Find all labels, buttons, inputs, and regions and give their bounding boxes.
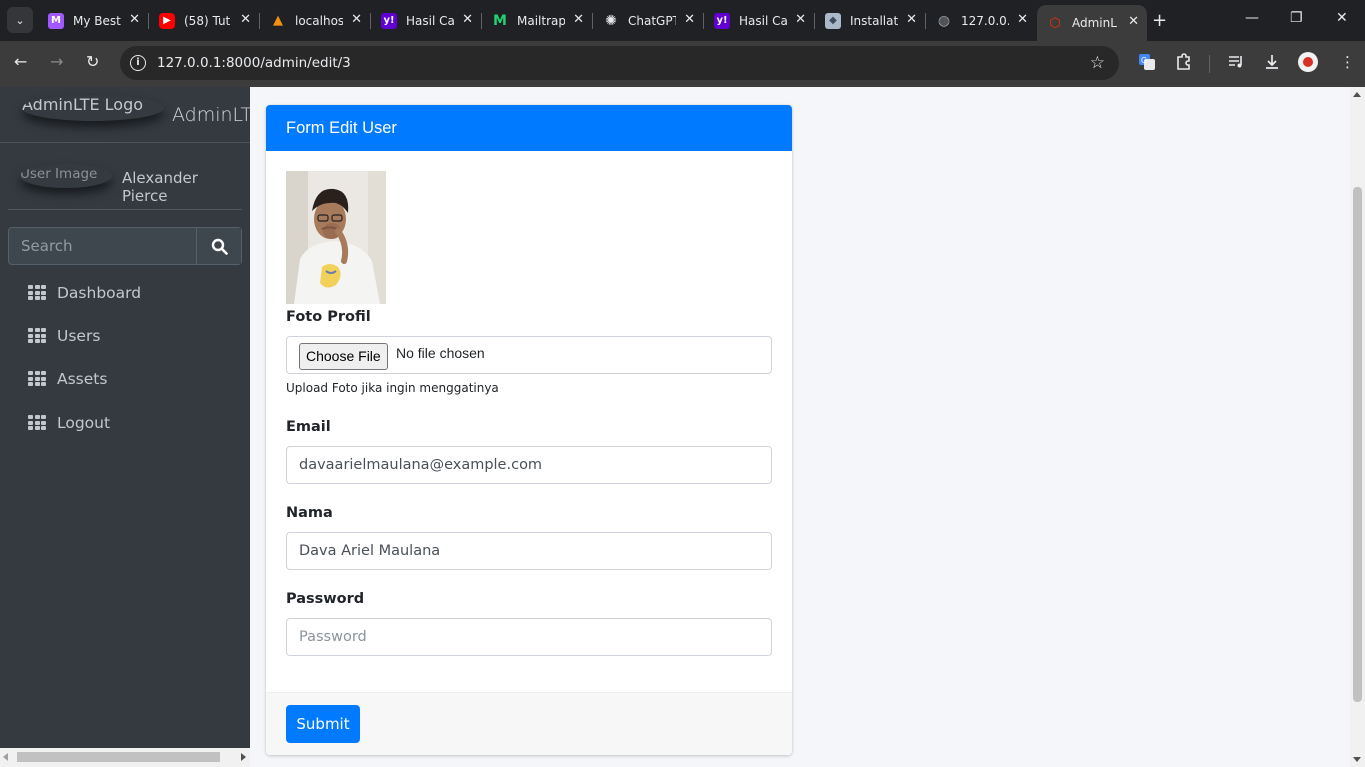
grid-icon — [28, 371, 46, 387]
browser-tab[interactable]: ◆ Installat ✕ — [815, 6, 925, 35]
media-control-icon[interactable] — [1227, 53, 1245, 75]
browser-tab[interactable]: y! Hasil Ca ✕ — [371, 6, 481, 35]
main-sidebar: AdminLTE Logo AdminLTE 3 User Image Alex… — [0, 87, 250, 767]
close-tab-icon[interactable]: ✕ — [462, 12, 473, 27]
close-tab-icon[interactable]: ✕ — [684, 12, 695, 27]
install-icon: ◆ — [825, 12, 841, 29]
choose-file-button[interactable]: Choose File — [299, 343, 388, 370]
sidebar-search-input[interactable]: Search — [9, 228, 197, 264]
close-tab-icon[interactable]: ✕ — [1017, 12, 1028, 27]
reload-icon[interactable]: ↻ — [86, 52, 99, 71]
user-avatar-broken-image: User Image — [20, 164, 112, 188]
sidebar-item-label: Users — [57, 327, 101, 345]
grid-icon — [28, 328, 46, 344]
close-tab-icon[interactable]: ✕ — [351, 12, 362, 27]
scroll-up-icon[interactable] — [1353, 92, 1361, 97]
sidebar-item-assets[interactable]: Assets — [8, 359, 242, 399]
browser-tab-active[interactable]: ⬡ AdminL ✕ — [1037, 5, 1147, 41]
close-tab-icon[interactable]: ✕ — [573, 12, 584, 27]
scroll-right-icon[interactable] — [241, 753, 246, 761]
chatgpt-icon: ✺ — [605, 12, 617, 29]
bookmark-star-icon[interactable]: ☆ — [1090, 53, 1105, 73]
password-label: Password — [286, 591, 365, 607]
yahoo-icon: y! — [714, 12, 730, 29]
mailtrap-icon: M — [493, 12, 507, 29]
page-vertical-scrollbar[interactable] — [1350, 87, 1365, 767]
minimize-icon[interactable]: — — [1245, 10, 1259, 26]
tab-search-icon[interactable]: ⌄ — [7, 7, 33, 33]
sidebar-horizontal-scrollbar[interactable] — [0, 748, 250, 767]
globe-icon: ◍ — [937, 12, 951, 29]
user-name-link[interactable]: Alexander Pierce — [122, 169, 242, 205]
profile-avatar-icon[interactable] — [1298, 52, 1318, 72]
restore-icon[interactable]: ❐ — [1290, 10, 1303, 26]
search-icon — [211, 238, 228, 255]
localhost-icon: ▲ — [273, 13, 283, 28]
close-tab-icon[interactable]: ✕ — [129, 12, 140, 27]
card-title: Form Edit User — [266, 105, 792, 151]
browser-toolbar: ← → ↻ i 127.0.0.1:8000/admin/edit/3 ☆ G … — [0, 41, 1365, 87]
profile-photo — [286, 171, 386, 304]
browser-tab[interactable]: M Mailtrap ✕ — [482, 6, 592, 35]
email-label: Email — [286, 419, 331, 435]
sidebar-search-button[interactable] — [196, 228, 241, 264]
figma-icon: M — [48, 12, 64, 29]
photo-label: Foto Profil — [286, 309, 371, 325]
more-menu-icon[interactable]: ⋮ — [1340, 53, 1355, 71]
svg-text:G: G — [1141, 56, 1147, 65]
url-text[interactable]: 127.0.0.1:8000/admin/edit/3 — [157, 55, 351, 71]
browser-tab[interactable]: ✺ ChatGPT ✕ — [593, 6, 703, 35]
browser-tab[interactable]: y! Hasil Ca ✕ — [704, 6, 814, 35]
edit-user-card: Form Edit User Foto Profil Choose File N… — [266, 105, 792, 755]
scroll-down-icon[interactable] — [1353, 757, 1361, 762]
close-tab-icon[interactable]: ✕ — [1128, 14, 1139, 29]
laravel-icon: ⬡ — [1049, 15, 1061, 31]
browser-tab[interactable]: M My Best ✕ — [38, 6, 148, 35]
brand-text: AdminLTE 3 — [172, 104, 250, 126]
sidebar-item-dashboard[interactable]: Dashboard — [8, 273, 242, 313]
file-status-text: No file chosen — [396, 345, 485, 361]
close-tab-icon[interactable]: ✕ — [906, 12, 917, 27]
translate-icon[interactable]: G — [1138, 53, 1156, 75]
forward-icon[interactable]: → — [50, 52, 63, 71]
browser-tab[interactable]: ▶ (58) Tut ✕ — [149, 6, 259, 35]
browser-tab[interactable]: ▲ localhost ✕ — [260, 6, 370, 35]
address-bar[interactable]: i 127.0.0.1:8000/admin/edit/3 ☆ — [120, 46, 1119, 80]
youtube-icon: ▶ — [159, 12, 175, 29]
sidebar-item-logout[interactable]: Logout — [8, 403, 242, 443]
back-icon[interactable]: ← — [14, 52, 27, 71]
new-tab-icon[interactable]: + — [1152, 10, 1167, 31]
scrollbar-thumb[interactable] — [17, 752, 220, 762]
brand-link[interactable]: AdminLTE Logo AdminLTE 3 — [0, 87, 250, 143]
name-field[interactable]: Dava Ariel Maulana — [286, 532, 772, 570]
browser-tab-strip: ⌄ M My Best ✕ ▶ (58) Tut ✕ ▲ localhost ✕… — [0, 0, 1365, 41]
photo-help-text: Upload Foto jika ingin menggatinya — [286, 381, 499, 395]
close-window-icon[interactable]: ✕ — [1336, 10, 1348, 26]
brand-logo-broken-image: AdminLTE Logo — [22, 95, 164, 121]
site-info-icon[interactable]: i — [130, 55, 146, 71]
scrollbar-thumb[interactable] — [1353, 187, 1362, 702]
close-tab-icon[interactable]: ✕ — [795, 12, 806, 27]
card-footer: Submit — [266, 692, 792, 755]
scroll-left-icon[interactable] — [3, 753, 8, 761]
grid-icon — [28, 285, 46, 301]
sidebar-item-label: Dashboard — [57, 284, 142, 302]
submit-button[interactable]: Submit — [286, 705, 360, 743]
password-field[interactable]: Password — [286, 618, 772, 656]
sidebar-item-label: Assets — [57, 370, 108, 388]
close-tab-icon[interactable]: ✕ — [240, 12, 251, 27]
photo-file-input[interactable]: Choose File No file chosen — [286, 336, 772, 374]
grid-icon — [28, 415, 46, 431]
email-field[interactable]: davaarielmaulana@example.com — [286, 446, 772, 484]
extensions-icon[interactable] — [1174, 53, 1192, 75]
user-panel: User Image Alexander Pierce — [8, 143, 242, 210]
sidebar-item-label: Logout — [57, 414, 111, 432]
browser-tab[interactable]: ◍ 127.0.0. ✕ — [926, 6, 1036, 35]
download-icon[interactable] — [1263, 53, 1281, 75]
page-viewport: AdminLTE Logo AdminLTE 3 User Image Alex… — [0, 87, 1365, 767]
sidebar-item-users[interactable]: Users — [8, 316, 242, 356]
sidebar-search: Search — [8, 227, 242, 265]
name-label: Nama — [286, 505, 333, 521]
yahoo-icon: y! — [381, 12, 397, 29]
